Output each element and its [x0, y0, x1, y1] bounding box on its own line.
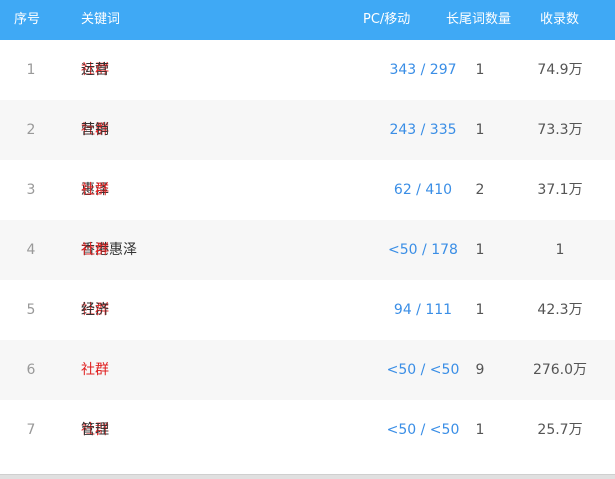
- row-index: 3: [26, 182, 36, 198]
- row-index: 5: [26, 302, 36, 318]
- row-index: 1: [26, 62, 36, 78]
- table-row: 3 惠泽 社群 62 / 410 2 37.1万: [0, 160, 615, 220]
- row-index: 2: [26, 122, 36, 138]
- indexed-value: 74.9万: [537, 62, 583, 78]
- indexed-value: 42.3万: [537, 302, 583, 318]
- table-row: 2 社群 营销 243 / 335 1 73.3万: [0, 100, 615, 160]
- indexed-value: 276.0万: [532, 362, 588, 378]
- indexed-value: 1: [555, 242, 565, 258]
- header-index: 序号: [14, 12, 41, 27]
- table-row: 5 社群 经济 94 / 111 1 42.3万: [0, 280, 615, 340]
- horizontal-scrollbar[interactable]: [0, 474, 615, 479]
- header-longtail-count: 长尾词数量: [446, 12, 512, 27]
- table-row: 6 社群 <50 / <50 9 276.0万: [0, 340, 615, 400]
- keyword-highlight: 社群: [81, 242, 109, 258]
- table-header: 序号 关键词 PC/移动 长尾词数量 收录数: [0, 0, 615, 40]
- row-index: 4: [26, 242, 36, 258]
- keyword-highlight: 社群: [81, 182, 109, 198]
- row-index: 7: [26, 422, 36, 438]
- header-pc-mobile: PC/移动: [363, 12, 411, 27]
- header-indexed-count: 收录数: [540, 12, 580, 27]
- row-index: 6: [26, 362, 36, 378]
- table-row: 7 社群 管理 <50 / <50 1 25.7万: [0, 400, 615, 460]
- table-row: 1 社群 运营 343 / 297 1 74.9万: [0, 40, 615, 100]
- header-keyword: 关键词: [81, 12, 121, 27]
- indexed-value: 73.3万: [537, 122, 583, 138]
- keyword-highlight: 社群: [81, 362, 109, 378]
- indexed-value: 25.7万: [537, 422, 583, 438]
- indexed-value: 37.1万: [537, 182, 583, 198]
- table-row: 4 香港惠泽 社群 <50 / 178 1 1: [0, 220, 615, 280]
